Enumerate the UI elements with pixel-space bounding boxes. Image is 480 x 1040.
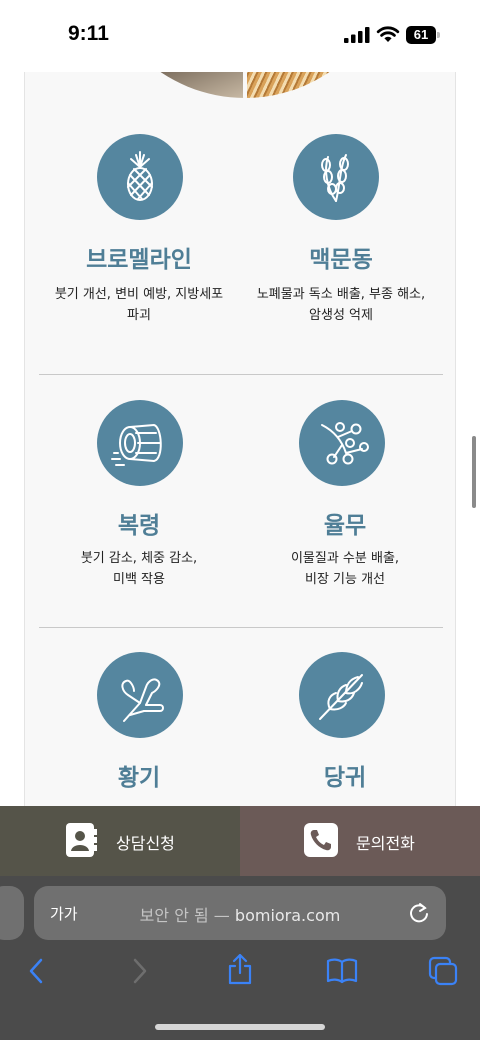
ingredient-card-4: 율무 이물질과 수분 배출, 비장 기능 개선 bbox=[237, 400, 453, 640]
leaf-icon bbox=[299, 652, 385, 738]
phone-icon bbox=[304, 823, 338, 857]
phone-inquiry-button[interactable]: 문의전화 bbox=[240, 806, 480, 876]
battery-level: 61 bbox=[413, 27, 429, 42]
root-icon bbox=[97, 652, 183, 738]
consult-request-label: 상담신청 bbox=[116, 834, 175, 853]
row-divider bbox=[39, 627, 443, 628]
phone-screen: 9:11 61 브로멜라인 붓기 개선, 변비 예방, 지방세포 파괴 맥문동 … bbox=[0, 0, 480, 1040]
berries-icon bbox=[299, 400, 385, 486]
ingredient-desc-line1: 이물질과 수분 배출, bbox=[290, 551, 400, 566]
ingredient-desc-line2: 암생성 억제 bbox=[309, 308, 373, 323]
ingredient-card-1: 브로멜라인 붓기 개선, 변비 예방, 지방세포 파괴 bbox=[31, 134, 247, 394]
ingredient-card-3: 복령 붓기 감소, 체중 감소, 미백 작용 bbox=[31, 400, 247, 640]
ingredient-card-2: 맥문동 노폐물과 독소 배출, 부종 해소, 암생성 억제 bbox=[237, 134, 453, 394]
ingredient-desc-line1: 붓기 개선, 변비 예방, 지방세포 bbox=[54, 287, 224, 302]
log-slice-icon bbox=[97, 400, 183, 486]
insecure-label: 보안 안 됨 — bbox=[139, 906, 230, 925]
forward-arrow-icon[interactable] bbox=[130, 956, 150, 986]
ingredient-title: 복령 bbox=[117, 513, 161, 539]
share-icon[interactable] bbox=[226, 952, 254, 986]
cellular-signal-icon bbox=[344, 27, 370, 43]
tabs-icon[interactable] bbox=[428, 956, 458, 986]
url-text[interactable]: 보안 안 됨 — bomiora.com bbox=[34, 902, 446, 926]
ingredient-card-6: 당귀 bbox=[237, 652, 453, 812]
ingredient-desc-line1: 노폐물과 독소 배출, 부종 해소, bbox=[256, 287, 426, 302]
web-page-content: 브로멜라인 붓기 개선, 변비 예방, 지방세포 파괴 맥문동 노폐물과 독소 … bbox=[24, 72, 456, 812]
page-scrollbar[interactable] bbox=[472, 436, 476, 508]
bookmarks-icon[interactable] bbox=[326, 956, 358, 984]
grain-stalk-icon bbox=[293, 134, 379, 220]
ingredient-desc-line2: 비장 기능 개선 bbox=[304, 572, 386, 587]
home-indicator[interactable] bbox=[155, 1024, 325, 1030]
status-bar: 9:11 61 bbox=[0, 0, 480, 72]
ingredient-desc-line2: 미백 작용 bbox=[113, 572, 165, 587]
previous-tab-preview[interactable] bbox=[0, 886, 24, 940]
phone-inquiry-label: 문의전화 bbox=[356, 834, 415, 853]
wifi-icon bbox=[376, 26, 400, 42]
bottom-cta-bar: 상담신청 문의전화 bbox=[0, 806, 480, 876]
ingredient-title: 당귀 bbox=[323, 765, 367, 791]
ingredient-title: 브로멜라인 bbox=[86, 247, 192, 273]
browser-toolbar: 가가 보안 안 됨 — bomiora.com bbox=[0, 876, 480, 1040]
domain-label: bomiora.com bbox=[234, 906, 341, 925]
ingredient-title: 맥문동 bbox=[309, 247, 373, 273]
consult-request-button[interactable]: 상담신청 bbox=[0, 806, 240, 876]
contact-book-icon bbox=[66, 823, 97, 857]
ingredient-desc-line2: 파괴 bbox=[127, 308, 151, 323]
pineapple-icon bbox=[97, 134, 183, 220]
row-divider bbox=[39, 374, 443, 375]
ingredient-title: 황기 bbox=[117, 765, 161, 791]
battery-icon: 61 bbox=[406, 26, 440, 44]
back-arrow-icon[interactable] bbox=[26, 956, 46, 986]
status-time: 9:11 bbox=[68, 22, 109, 45]
ingredient-card-5: 황기 bbox=[31, 652, 247, 812]
hero-image bbox=[95, 72, 395, 98]
address-bar[interactable]: 가가 보안 안 됨 — bomiora.com bbox=[34, 886, 446, 940]
reload-icon[interactable] bbox=[406, 900, 432, 926]
ingredient-desc-line1: 붓기 감소, 체중 감소, bbox=[80, 551, 198, 566]
ingredient-title: 율무 bbox=[323, 513, 367, 539]
